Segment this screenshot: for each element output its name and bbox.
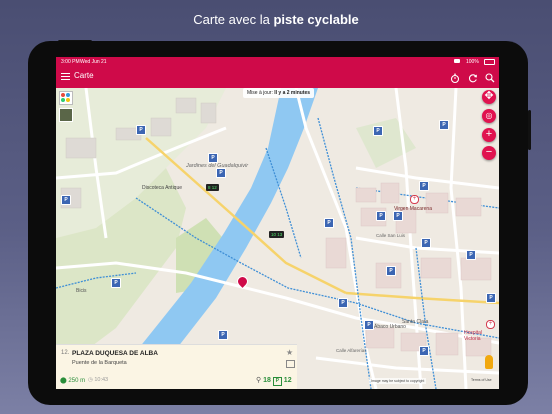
bike-station-marker[interactable]: P <box>386 266 396 276</box>
locate-icon[interactable]: ◎ <box>482 109 496 123</box>
bike-station-marker[interactable]: P <box>419 346 429 356</box>
parking-icon: P <box>272 377 282 386</box>
app-bar: Carte <box>56 66 499 88</box>
map-label-hospital: Hospital Victoria <box>464 330 483 342</box>
bike-station-marker[interactable]: P <box>393 211 403 221</box>
bike-station-marker[interactable]: P <box>419 181 429 191</box>
bikes-available: 18 <box>263 377 271 384</box>
app-screen: 3:00 PM Wed Jun 21 100% Carte Discoteca … <box>56 57 499 389</box>
bike-station-marker[interactable]: P <box>136 125 146 135</box>
bike-station-marker[interactable]: P <box>111 278 121 288</box>
bike-station-marker[interactable]: P <box>216 168 226 178</box>
menu-icon[interactable] <box>61 73 70 81</box>
bike-station-marker[interactable]: P <box>421 238 431 248</box>
details-icon[interactable] <box>286 360 295 368</box>
refresh-icon[interactable] <box>467 71 479 83</box>
station-name: PLAZA DUQUESA DE ALBA <box>72 350 158 357</box>
promo-caption: Carte avec la piste cyclable <box>0 12 552 27</box>
tablet-side-button <box>528 110 531 150</box>
search-icon[interactable] <box>484 71 496 83</box>
station-subtitle: Puente de la Barqueta <box>72 360 127 366</box>
map-pin-icon: ⬤ <box>60 378 67 384</box>
wifi-icon <box>454 59 460 63</box>
update-value: Il y a 2 minutes <box>274 90 311 96</box>
page-title: Carte <box>74 71 94 80</box>
bike-station-marker[interactable]: P <box>466 250 476 260</box>
favorite-star-icon[interactable]: ★ <box>286 348 293 357</box>
stopwatch-icon[interactable] <box>449 71 461 84</box>
status-time: 3:00 PM <box>61 59 80 65</box>
caption-prefix: Carte avec la <box>193 12 274 27</box>
bike-station-marker[interactable]: P <box>373 126 383 136</box>
map-label-discoteca: Discoteca Antique <box>142 185 183 191</box>
status-date: Wed Jun 21 <box>80 59 107 65</box>
bike-station-marker[interactable]: P <box>324 218 334 228</box>
update-prefix: Mise à jour: <box>247 90 275 96</box>
layers-button[interactable] <box>59 91 73 105</box>
time-value: 10:43 <box>94 377 109 383</box>
hospital-icon: + <box>410 195 419 204</box>
bike-station-marker[interactable]: P <box>208 153 218 163</box>
status-bar: 3:00 PM Wed Jun 21 100% <box>56 57 499 66</box>
hospital-icon: + <box>486 320 495 329</box>
station-number: 12. <box>61 350 70 356</box>
terms-link[interactable]: Terms of Use <box>471 378 492 382</box>
battery-icon <box>484 59 495 65</box>
map-label-calle-san-luis: Calle San Luis <box>376 233 406 238</box>
map-label-bicis: Bicis <box>76 288 87 294</box>
satellite-toggle[interactable] <box>59 108 73 122</box>
update-banner: Mise à jour: Il y a 2 minutes <box>243 88 315 98</box>
bike-station-marker[interactable]: P <box>439 120 449 130</box>
caption-bold: piste cyclable <box>273 12 359 27</box>
bike-station-marker[interactable]: P <box>61 195 71 205</box>
availability: ⚲ 18 P 12 <box>256 376 292 386</box>
bike-station-marker[interactable]: P <box>376 211 386 221</box>
zoom-out-button[interactable]: − <box>482 146 496 160</box>
distance-value: 250 m <box>68 378 86 384</box>
bike-station-marker[interactable]: P <box>338 298 348 308</box>
bike-station-marker[interactable]: P <box>364 320 374 330</box>
bike-station-marker[interactable]: P <box>218 330 228 340</box>
docks-available: 12 <box>283 377 292 384</box>
station-count-badge[interactable]: 8 12 <box>206 184 219 191</box>
bike-station-marker[interactable]: P <box>486 293 496 303</box>
move-icon[interactable]: ✥ <box>482 90 496 104</box>
street-view-icon[interactable] <box>485 355 493 369</box>
zoom-in-button[interactable]: + <box>482 128 496 142</box>
station-info-panel[interactable]: 12. PLAZA DUQUESA DE ALBA Puente de la B… <box>56 344 297 389</box>
status-battery: 100% <box>466 59 479 65</box>
station-count-badge[interactable]: 10 13 <box>269 231 285 238</box>
station-distance: ⬤ 250 m <box>60 377 85 384</box>
map-copyright: Image may be subject to copyright <box>369 378 427 384</box>
clock-icon: ◷ <box>88 377 93 383</box>
map-label-calle-alfarerias: Calle Alfarerías <box>336 348 367 353</box>
map-label-santa-clara: Santa Clara <box>402 319 429 325</box>
bike-icon: ⚲ <box>256 377 262 384</box>
station-time: ◷ 10:43 <box>88 377 108 383</box>
